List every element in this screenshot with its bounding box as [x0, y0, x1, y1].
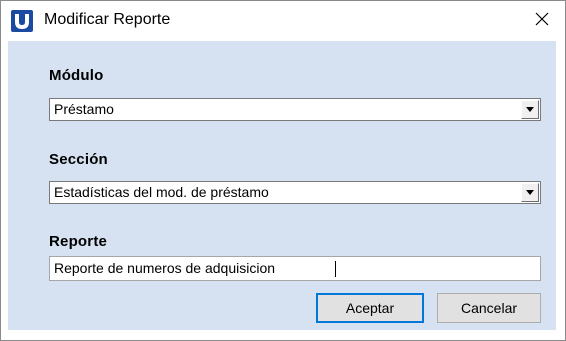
close-icon — [535, 12, 549, 31]
dialog-window: Modificar Reporte Módulo Préstamo Secció… — [0, 0, 566, 341]
close-button[interactable] — [519, 1, 565, 41]
chevron-down-icon — [526, 190, 534, 195]
reporte-input-value: Reporte de numeros de adquisicion — [54, 260, 276, 276]
reporte-input[interactable]: Reporte de numeros de adquisicion — [49, 256, 541, 281]
cancel-button[interactable]: Cancelar — [437, 293, 541, 323]
chevron-down-icon — [526, 107, 534, 112]
modulo-dropdown-button[interactable] — [521, 100, 539, 119]
reporte-label: Reporte — [49, 233, 108, 250]
title-bar[interactable]: Modificar Reporte — [1, 1, 565, 41]
seccion-label: Sección — [49, 151, 108, 168]
window-title: Modificar Reporte — [44, 11, 171, 28]
accept-button[interactable]: Aceptar — [316, 293, 424, 323]
text-caret — [335, 261, 336, 277]
seccion-select-value: Estadísticas del mod. de préstamo — [54, 184, 269, 200]
modulo-select[interactable]: Préstamo — [49, 98, 541, 121]
modulo-select-value: Préstamo — [54, 101, 114, 117]
seccion-select[interactable]: Estadísticas del mod. de préstamo — [49, 181, 541, 204]
modulo-label: Módulo — [49, 67, 104, 84]
seccion-dropdown-button[interactable] — [521, 183, 539, 202]
app-logo-icon — [11, 10, 33, 32]
